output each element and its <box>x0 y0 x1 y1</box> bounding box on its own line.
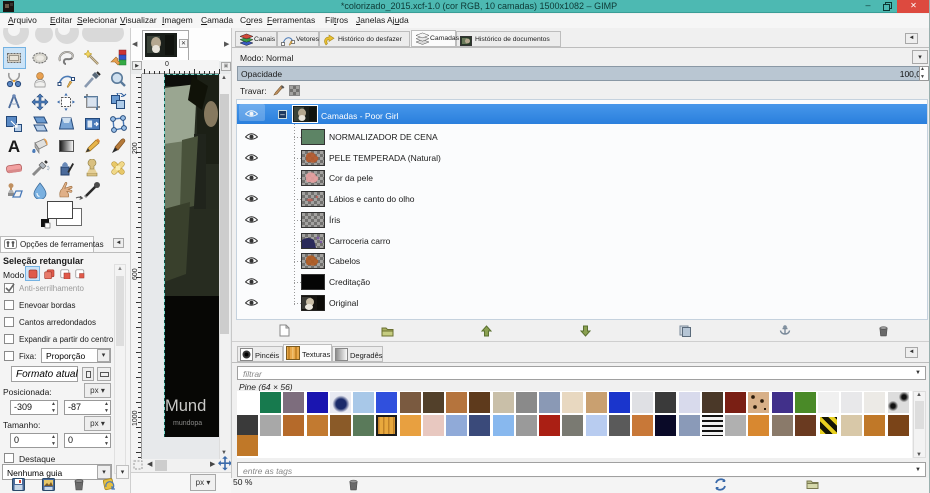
svg-text:Mund: Mund <box>165 397 206 415</box>
svg-text:A: A <box>8 137 20 155</box>
svg-text:mundopa: mundopa <box>173 420 202 427</box>
